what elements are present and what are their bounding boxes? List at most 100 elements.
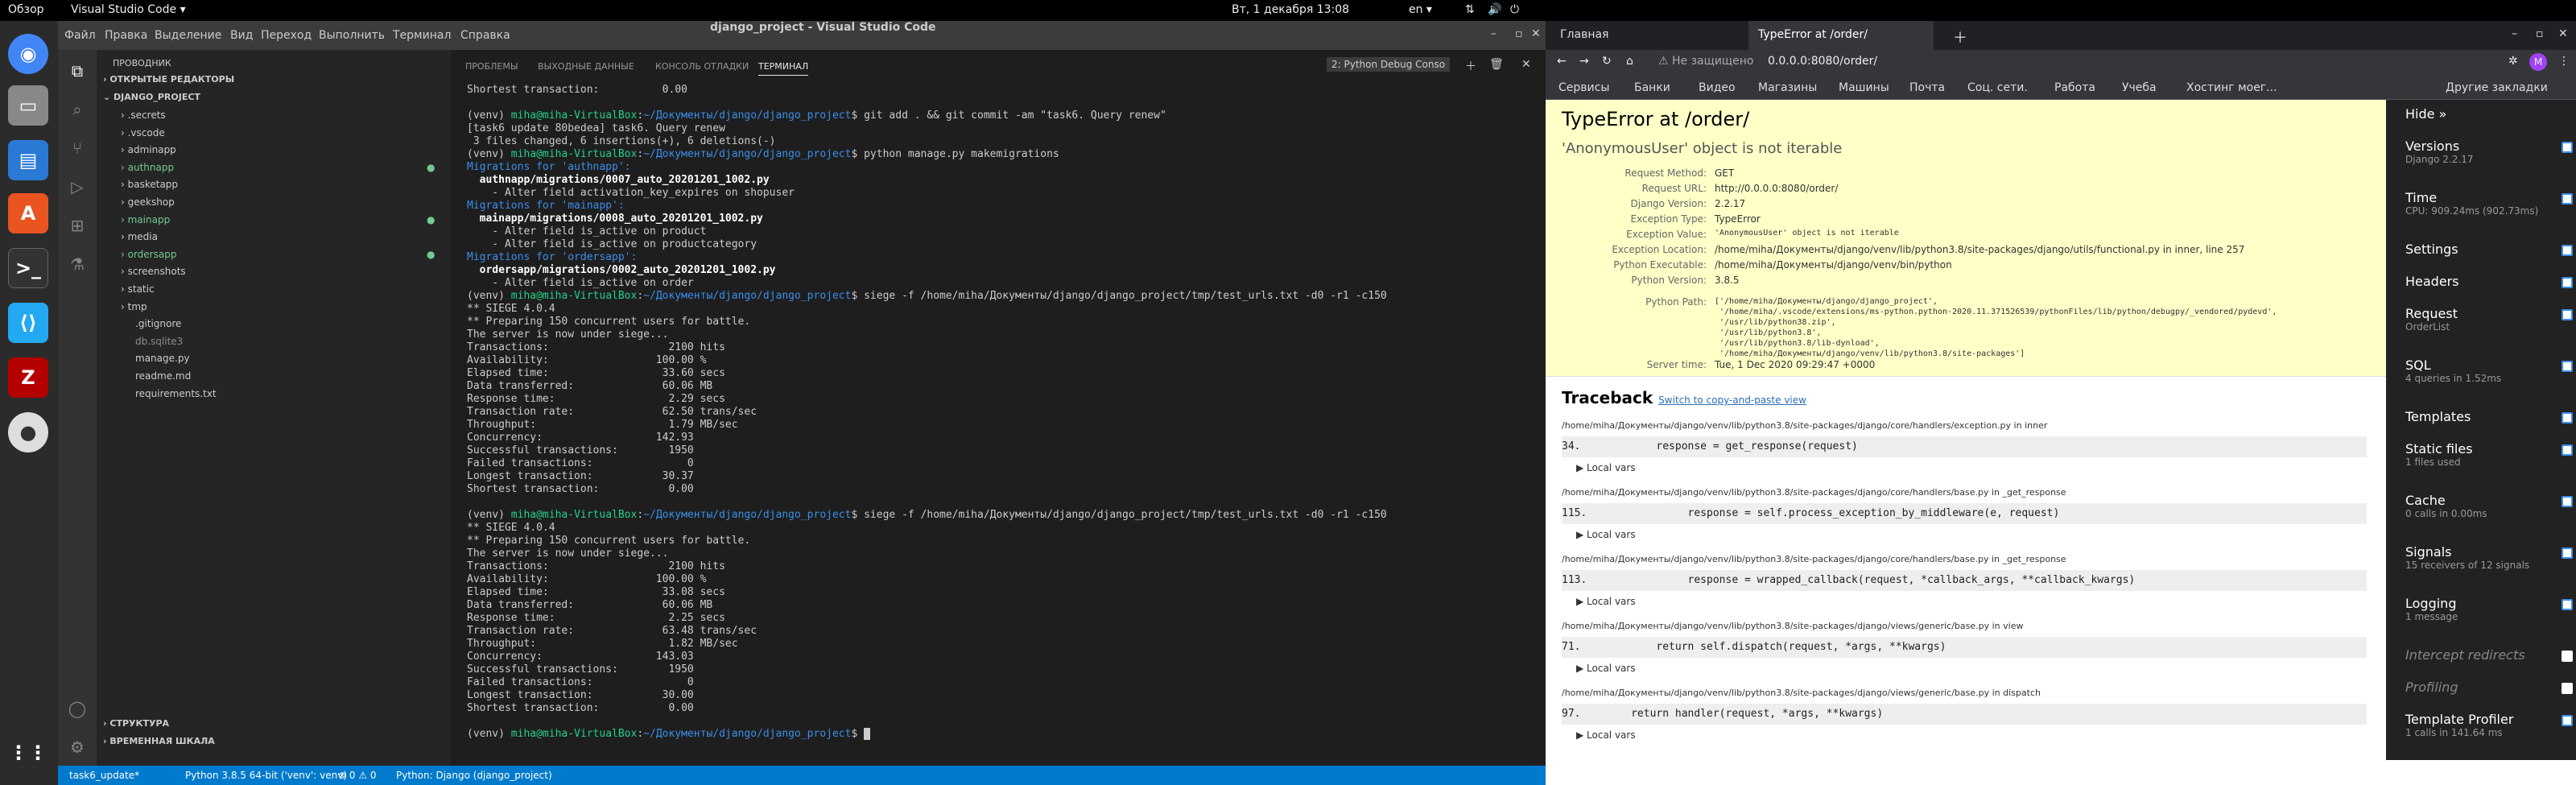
frame-code[interactable]: 97. return handler(request, *args, **kwa… bbox=[1562, 704, 2367, 725]
browser-minimize-icon[interactable]: – bbox=[2512, 27, 2517, 40]
explorer-icon[interactable]: ⧉ bbox=[64, 58, 90, 84]
tab-debug-console[interactable]: КОНСОЛЬ ОТЛАДКИ bbox=[655, 61, 749, 72]
djdt-panel-request[interactable]: Request OrderList bbox=[2405, 306, 2573, 333]
tree-item-readmemd[interactable]: readme.md bbox=[135, 367, 191, 385]
djdt-checkbox[interactable] bbox=[2562, 309, 2573, 320]
panel-close-icon[interactable]: ✕ bbox=[1521, 58, 1531, 71]
bookmark-services[interactable]: Сервисы bbox=[1558, 81, 1609, 94]
menu-view[interactable]: Вид bbox=[230, 29, 253, 42]
reload-icon[interactable]: ↻ bbox=[1602, 55, 1612, 68]
bookmark-hosting[interactable]: Хостинг моег... bbox=[2186, 81, 2277, 94]
tab-terminal[interactable]: ТЕРМИНАЛ bbox=[758, 61, 809, 76]
djdt-checkbox[interactable] bbox=[2562, 547, 2573, 559]
tree-item-geekshop[interactable]: › geekshop bbox=[121, 193, 175, 211]
djdt-panel-template-profiler[interactable]: Template Profiler 1 calls in 141.64 ms bbox=[2405, 712, 2573, 738]
djdt-checkbox[interactable] bbox=[2562, 412, 2573, 423]
chrome-menu-icon[interactable]: ⋮ bbox=[2558, 55, 2570, 68]
local-vars-toggle[interactable]: ▶ Local vars bbox=[1576, 529, 1636, 540]
djdt-panel-hide-[interactable]: Hide » bbox=[2405, 106, 2566, 122]
debug-config[interactable]: Python: Django (django_project) bbox=[396, 770, 552, 781]
tree-item-requirementstxt[interactable]: requirements.txt bbox=[135, 385, 217, 403]
timeline-section[interactable]: › ВРЕМЕННАЯ ШКАЛА bbox=[103, 733, 215, 750]
vscode-icon[interactable]: ⟨⟩ bbox=[8, 303, 48, 343]
filezilla-icon[interactable]: Z bbox=[8, 357, 48, 398]
search-icon[interactable]: ⌕ bbox=[64, 97, 90, 122]
local-vars-toggle[interactable]: ▶ Local vars bbox=[1576, 729, 1636, 741]
djdt-checkbox[interactable] bbox=[2562, 193, 2573, 205]
djdt-panel-profiling[interactable]: Profiling bbox=[2405, 680, 2573, 695]
tree-item-tmp[interactable]: › tmp bbox=[121, 298, 147, 316]
djdt-checkbox[interactable] bbox=[2562, 277, 2573, 288]
show-apps-icon[interactable]: ⋮⋮ bbox=[8, 733, 48, 773]
djdt-panel-signals[interactable]: Signals 15 receivers of 12 signals bbox=[2405, 544, 2573, 571]
frame-code[interactable]: 115. response = self.process_exception_b… bbox=[1562, 503, 2367, 524]
frame-code[interactable]: 34. response = get_response(request) bbox=[1562, 436, 2367, 457]
djdt-panel-templates[interactable]: Templates bbox=[2405, 409, 2573, 424]
tree-item-authnapp[interactable]: › authnapp ● bbox=[121, 159, 435, 176]
bookmark-banks[interactable]: Банки bbox=[1634, 81, 1670, 94]
tab-output[interactable]: ВЫХОДНЫЕ ДАННЫЕ bbox=[538, 61, 634, 72]
djdt-panel-versions[interactable]: Versions Django 2.2.17 bbox=[2405, 138, 2573, 165]
writer-icon[interactable]: ▤ bbox=[8, 140, 48, 180]
tree-item-ordersapp[interactable]: › ordersapp ● bbox=[121, 246, 435, 263]
bookmark-other[interactable]: Другие закладки bbox=[2446, 81, 2548, 94]
tree-item-secrets[interactable]: › .secrets bbox=[121, 106, 166, 124]
tree-item-media[interactable]: › media bbox=[121, 228, 158, 246]
extensions-puzzle-icon[interactable]: ✲ bbox=[2508, 55, 2518, 68]
software-icon[interactable]: A bbox=[8, 193, 48, 233]
home-icon[interactable]: ⌂ bbox=[1626, 55, 1633, 68]
djdt-panel-sql[interactable]: SQL 4 queries in 1.52ms bbox=[2405, 357, 2573, 384]
copy-paste-link[interactable]: Switch to copy-and-paste view bbox=[1658, 395, 1806, 406]
terminal-icon[interactable]: >_ bbox=[8, 248, 48, 288]
menu-terminal[interactable]: Терминал bbox=[393, 29, 451, 42]
terminal-select[interactable]: 2: Python Debug Conso bbox=[1327, 57, 1451, 72]
djdt-checkbox[interactable] bbox=[2562, 683, 2573, 694]
new-tab-icon[interactable]: ＋ bbox=[1953, 27, 1967, 48]
djdt-panel-cache[interactable]: Cache 0 calls in 0.00ms bbox=[2405, 493, 2573, 519]
address-bar[interactable]: 0.0.0.0:8080/order/ bbox=[1768, 55, 1877, 68]
browser-maximize-icon[interactable]: ▫ bbox=[2536, 27, 2544, 40]
tree-item-gitignore[interactable]: .gitignore bbox=[135, 315, 181, 333]
run-debug-icon[interactable]: ▷ bbox=[64, 174, 90, 200]
bookmark-study[interactable]: Учеба bbox=[2122, 81, 2157, 94]
djdt-checkbox[interactable] bbox=[2562, 496, 2573, 507]
new-terminal-icon[interactable]: ＋ bbox=[1465, 58, 1476, 74]
menu-edit[interactable]: Правка bbox=[105, 29, 147, 42]
bookmark-mail[interactable]: Почта bbox=[1909, 81, 1945, 94]
local-vars-toggle[interactable]: ▶ Local vars bbox=[1576, 663, 1636, 674]
menu-file[interactable]: Файл bbox=[64, 29, 96, 42]
frame-code[interactable]: 71. return self.dispatch(request, *args,… bbox=[1562, 637, 2367, 658]
djdt-checkbox[interactable] bbox=[2562, 651, 2573, 662]
project-section[interactable]: ⌄ DJANGO_PROJECT bbox=[103, 89, 200, 106]
djdt-panel-intercept-redirects[interactable]: Intercept redirects bbox=[2405, 647, 2573, 663]
branch-status[interactable]: task6_update* bbox=[69, 770, 139, 781]
djdt-checkbox[interactable] bbox=[2562, 245, 2573, 256]
app-menu[interactable]: Visual Studio Code ▾ bbox=[71, 3, 186, 16]
djdt-checkbox[interactable] bbox=[2562, 361, 2573, 372]
problems-count[interactable]: ⊗ 0 ⚠ 0 bbox=[338, 770, 377, 781]
djdt-checkbox[interactable] bbox=[2562, 142, 2573, 153]
power-icon[interactable]: ⏻ bbox=[1510, 3, 1519, 16]
disc-icon[interactable]: ● bbox=[8, 412, 48, 452]
open-editors-section[interactable]: › ОТКРЫТЫЕ РЕДАКТОРЫ bbox=[103, 71, 234, 89]
back-icon[interactable]: ← bbox=[1557, 55, 1567, 68]
tree-item-static[interactable]: › static bbox=[121, 280, 155, 298]
source-control-icon[interactable]: ⑂ bbox=[64, 135, 90, 161]
network-icon[interactable]: ⇅ bbox=[1465, 3, 1475, 16]
tree-item-managepy[interactable]: manage.py bbox=[135, 349, 190, 367]
djdt-panel-logging[interactable]: Logging 1 message bbox=[2405, 596, 2573, 622]
local-vars-toggle[interactable]: ▶ Local vars bbox=[1576, 462, 1636, 473]
bookmark-shops[interactable]: Магазины bbox=[1758, 81, 1817, 94]
djdt-panel-time[interactable]: Time CPU: 909.24ms (902.73ms) bbox=[2405, 190, 2573, 217]
djdt-panel-settings[interactable]: Settings bbox=[2405, 242, 2573, 257]
tree-item-dbsqlite3[interactable]: db.sqlite3 bbox=[135, 333, 183, 350]
tree-item-adminapp[interactable]: › adminapp bbox=[121, 141, 176, 159]
tree-item-basketapp[interactable]: › basketapp bbox=[121, 176, 178, 193]
djdt-checkbox[interactable] bbox=[2562, 444, 2573, 456]
trash-icon[interactable]: 🗑 bbox=[1489, 58, 1504, 71]
tab-typeerror[interactable]: TypeError at /order/ bbox=[1748, 21, 1934, 50]
tree-item-mainapp[interactable]: › mainapp ● bbox=[121, 211, 435, 229]
menu-help[interactable]: Справка bbox=[460, 29, 510, 42]
outline-section[interactable]: › СТРУКТУРА bbox=[103, 715, 169, 733]
terminal-output[interactable]: Shortest transaction: 0.00 (venv) miha@m… bbox=[467, 84, 1513, 741]
